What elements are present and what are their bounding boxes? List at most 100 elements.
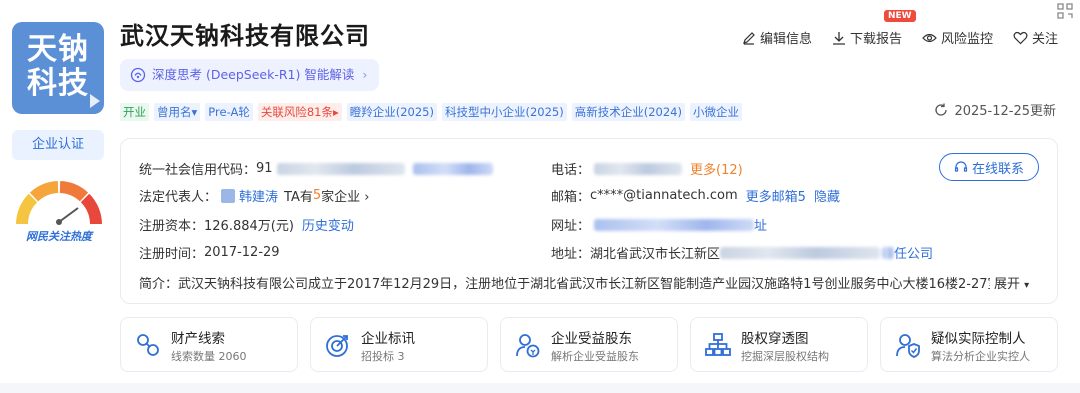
phone-more-link[interactable]: 更多(12) <box>690 159 743 178</box>
capital-row: 注册资本： 126.884万(元) 历史变动 <box>139 215 354 234</box>
eye-icon <box>922 33 937 42</box>
risk-monitor-label: 风险监控 <box>940 32 993 47</box>
property-clue-card[interactable]: 财产线索 线索数量 2060 <box>120 317 298 372</box>
update-info[interactable]: 2025-12-25更新 <box>934 100 1056 119</box>
feature-subtitle: 线索数量 2060 <box>171 350 247 363</box>
bidding-card[interactable]: 企业标讯 招投标 3 <box>310 317 488 372</box>
heat-label: 网民关注热度 <box>26 230 92 243</box>
capital-value: 126.884万(元) <box>204 219 294 234</box>
feature-title: 企业标讯 <box>361 331 415 347</box>
address-prefix: 湖北省武汉市长江新区 <box>590 247 721 262</box>
ai-analysis-label: 深度思考 (DeepSeek-R1) 智能解读 <box>152 67 355 82</box>
website-row: 网址： 址 <box>551 215 767 234</box>
logo-text-line1: 天钠 <box>27 32 89 67</box>
tag-status: 开业 <box>120 103 149 121</box>
refresh-icon <box>935 103 948 116</box>
legal-rep-name[interactable]: 韩建涛 <box>239 186 278 205</box>
bottom-divider <box>0 383 1080 393</box>
basic-info-card: 统一社会信用代码： 91 法定代表人： 韩建涛 TA有 5 家企业 › 注册资本… <box>120 138 1058 304</box>
credit-code-value: 91 <box>256 161 273 176</box>
follow-label: 关注 <box>1031 32 1058 47</box>
download-icon <box>832 31 845 45</box>
avatar-icon <box>221 188 236 203</box>
address-label: 地址： <box>551 247 591 262</box>
feature-title: 股权穿透图 <box>741 331 809 347</box>
tag-micro[interactable]: 小微企业 <box>690 103 742 121</box>
action-bar: 编辑信息 NEW 下载报告 风险监控 关注 <box>742 10 1058 47</box>
reg-time-row: 注册时间： 2017-12-29 <box>139 243 280 262</box>
address-masked <box>720 246 881 259</box>
bidding-target-icon <box>326 335 348 357</box>
edit-info-button[interactable]: 编辑信息 <box>742 28 812 47</box>
tag-list: 开业 曾用名▾ Pre-A轮 关联风险81条▸ 瞪羚企业(2025) 科技型中小… <box>120 103 742 121</box>
new-badge: NEW <box>883 10 916 22</box>
intro-expand-label: 展开 <box>994 277 1021 292</box>
online-contact-label: 在线联系 <box>971 161 1024 177</box>
enterprise-cert-button[interactable]: 企业认证 <box>12 130 104 160</box>
download-report-label: 下载报告 <box>849 32 902 47</box>
edit-info-label: 编辑信息 <box>759 32 812 47</box>
download-report-button[interactable]: NEW 下载报告 <box>832 10 916 47</box>
email-more-link[interactable]: 更多邮箱5 <box>746 186 806 205</box>
tag-gazelle[interactable]: 瞪羚企业(2025) <box>346 103 437 121</box>
feature-title: 财产线索 <box>171 331 225 347</box>
play-icon <box>90 94 100 108</box>
phone-label: 电话： <box>551 163 591 178</box>
tag-tech-sme[interactable]: 科技型中小企业(2025) <box>442 103 567 121</box>
legal-rep-count-post[interactable]: 家企业 › <box>321 186 369 205</box>
feature-subtitle: 挖掘深层股权结构 <box>741 350 829 363</box>
feature-title: 疑似实际控制人 <box>931 331 1026 347</box>
tag-former-name[interactable]: 曾用名▾ <box>154 103 201 121</box>
legal-rep-count[interactable]: 5 <box>313 188 321 203</box>
tag-related-risk[interactable]: 关联风险81条▸ <box>257 103 342 121</box>
legal-rep-count-pre: TA有 <box>284 190 313 205</box>
feature-subtitle: 算法分析企业实控人 <box>931 350 1030 363</box>
legal-rep-row: 法定代表人： 韩建涛 TA有 5 家企业 › <box>139 186 369 205</box>
company-logo: 天钠 科技 <box>12 22 104 114</box>
email-row: 邮箱： c****@tiannatech.com 更多邮箱5 隐藏 <box>551 186 840 205</box>
gauge-icon <box>16 181 102 225</box>
company-name: 武汉天钠科技有限公司 <box>120 22 370 50</box>
qr-code-icon[interactable] <box>1056 2 1074 20</box>
intro-text: 武汉天钠科技有限公司成立于2017年12月29日，注册地位于湖北省武汉市长江新区… <box>178 277 991 292</box>
email-hide-link[interactable]: 隐藏 <box>814 186 840 205</box>
heat-gauge[interactable]: 网民关注热度 <box>14 178 104 244</box>
heart-icon <box>1013 31 1028 44</box>
follow-button[interactable]: 关注 <box>1013 28 1058 47</box>
controller-icon <box>896 334 920 358</box>
intro-expand-button[interactable]: 展开 ▾ <box>994 273 1029 292</box>
feature-subtitle: 解析企业受益股东 <box>551 350 639 363</box>
credit-code-masked-link[interactable] <box>412 162 493 175</box>
website-label: 网址： <box>551 219 591 234</box>
headset-icon <box>954 161 968 172</box>
reg-time-label: 注册时间： <box>139 247 205 262</box>
address-suffix[interactable]: 任公司 <box>894 243 933 262</box>
property-clue-icon <box>137 334 159 356</box>
tag-high-tech[interactable]: 高新技术企业(2024) <box>571 103 685 121</box>
ai-analysis-button[interactable]: 深度思考 (DeepSeek-R1) 智能解读 › <box>120 59 380 91</box>
chevron-down-icon: ▾ <box>1024 280 1030 291</box>
beneficiary-card[interactable]: 企业受益股东 解析企业受益股东 <box>500 317 678 372</box>
address-row: 地址： 湖北省武汉市长江新区 任公司 <box>551 243 933 262</box>
feature-subtitle: 招投标 3 <box>361 350 405 363</box>
controller-card[interactable]: 疑似实际控制人 算法分析企业实控人 <box>880 317 1058 372</box>
website-masked[interactable] <box>594 218 755 231</box>
update-date: 2025-12-25更新 <box>954 104 1056 119</box>
equity-structure-icon <box>705 333 731 356</box>
online-contact-button[interactable]: 在线联系 <box>939 153 1039 181</box>
phone-row: 电话： 更多(12) <box>551 159 743 178</box>
phone-masked <box>594 162 683 175</box>
email-label: 邮箱： <box>551 190 591 205</box>
capital-history-link[interactable]: 历史变动 <box>302 215 354 234</box>
risk-monitor-button[interactable]: 风险监控 <box>922 28 993 47</box>
address-masked-link[interactable] <box>882 246 895 259</box>
credit-code-label: 统一社会信用代码： <box>139 163 257 178</box>
ai-icon <box>130 67 146 83</box>
equity-card[interactable]: 股权穿透图 挖掘深层股权结构 <box>690 317 868 372</box>
website-suffix[interactable]: 址 <box>754 215 767 234</box>
credit-code-row: 统一社会信用代码： 91 <box>139 159 493 178</box>
edit-icon <box>742 31 755 45</box>
tag-financing[interactable]: Pre-A轮 <box>205 103 253 121</box>
intro-row: 简介： 武汉天钠科技有限公司成立于2017年12月29日，注册地位于湖北省武汉市… <box>139 273 1039 292</box>
capital-label: 注册资本： <box>139 219 205 234</box>
